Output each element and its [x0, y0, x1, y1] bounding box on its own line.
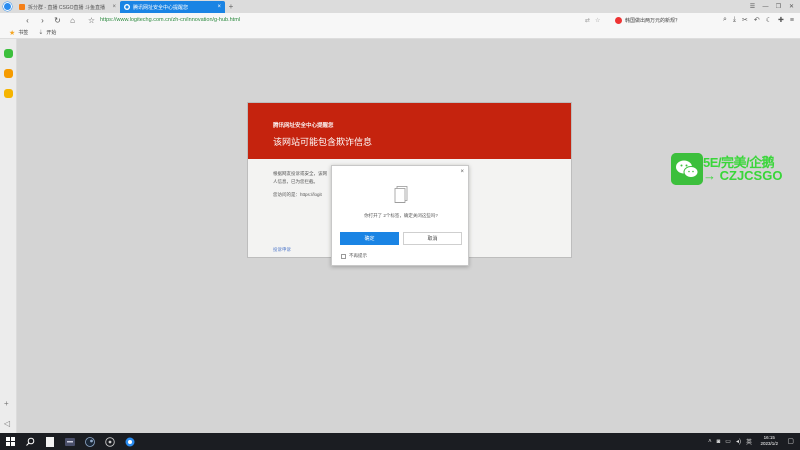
clock-date: 2023/1/2	[760, 441, 778, 446]
dialog-message: 你打开了 2个标签，确定关闭这些吗?	[364, 213, 438, 218]
dont-remind-option[interactable]: 不再提示	[341, 253, 367, 259]
warning-title: 该网站可能包含欺诈信息	[273, 137, 373, 147]
volume-icon[interactable]: ◂)	[736, 438, 741, 445]
dialog-close-icon[interactable]: ×	[460, 169, 464, 175]
tab-close-icon[interactable]: ×	[217, 4, 221, 10]
search-icon[interactable]: ⌕	[723, 16, 727, 24]
close-window-icon[interactable]: ✕	[785, 3, 798, 10]
back-icon[interactable]: ‹	[20, 16, 35, 25]
tab-label: 拆分群 - 直播 CSGO直播 斗鱼直播	[28, 4, 105, 11]
windows-start-icon[interactable]	[0, 433, 20, 450]
stream-watermark: 5E/完美/企鹅 → CZJCSGO	[671, 152, 800, 186]
complaint-link[interactable]: 投诉申诉	[273, 247, 291, 253]
dont-remind-label: 不再提示	[349, 253, 367, 258]
undo-icon[interactable]: ↶	[754, 16, 760, 24]
dont-remind-checkbox[interactable]	[341, 253, 346, 259]
maximize-icon[interactable]: ❐	[772, 3, 785, 10]
wechat-icon	[671, 153, 703, 185]
tab-close-icon[interactable]: ×	[112, 4, 116, 10]
wechat-dock-icon[interactable]	[4, 49, 13, 58]
more-menu-icon[interactable]: ≡	[790, 17, 794, 24]
show-hidden-icons[interactable]: ˄	[708, 439, 712, 445]
favorite-star-icon[interactable]: ☆	[84, 16, 99, 25]
taskbar: ˄ ◙ ▭ ◂) 英 16:15 2023/1/2 ▢	[0, 433, 800, 450]
search-engine-icon	[615, 16, 622, 24]
warning-brand: 腾讯网址安全中心提醒您	[273, 123, 334, 129]
shield-favicon-icon	[124, 4, 130, 10]
taskbar-app-icon[interactable]	[60, 433, 80, 450]
note-dock-icon[interactable]	[4, 89, 13, 98]
system-tray: ˄ ◙ ▭ ◂) 英	[708, 433, 752, 450]
url-text: https://www.logitechg.com.cn/zh-cn/innov…	[100, 17, 241, 23]
url-field[interactable]: https://www.logitechg.com.cn/zh-cn/innov…	[100, 15, 612, 25]
taskbar-browser-icon[interactable]	[120, 433, 140, 450]
taskbar-clock[interactable]: 16:15 2023/1/2	[760, 435, 778, 447]
tab-bar: 拆分群 - 直播 CSGO直播 斗鱼直播 × 腾讯网址安全中心提醒您 × + ☰…	[0, 0, 800, 13]
refresh-icon[interactable]: ↻	[50, 16, 65, 25]
search-widget[interactable]: 韩国做出两万元的新规？	[615, 15, 705, 25]
home-icon[interactable]: ⌂	[65, 16, 80, 25]
minimize-icon[interactable]: —	[759, 4, 772, 10]
star-icon: ★	[9, 29, 16, 37]
scissors-icon[interactable]: ✂	[742, 16, 748, 24]
warning-header: 腾讯网址安全中心提醒您 该网站可能包含欺诈信息	[248, 103, 571, 159]
game-dock-icon[interactable]	[4, 69, 13, 78]
night-mode-icon[interactable]: ☾	[766, 16, 772, 24]
window-controls: ☰ — ❐ ✕	[746, 0, 798, 13]
bookmarks-bar: ★ 书签 ⇣ 开始	[0, 27, 800, 39]
extensions-icon[interactable]: ✚	[778, 16, 784, 24]
url-actions: ⇄ ☆	[585, 15, 600, 25]
taskbar-game-icon[interactable]	[100, 433, 120, 450]
bookmark-label: 开始	[46, 30, 57, 36]
folder-icon: ⇣	[38, 30, 44, 36]
network-icon[interactable]: ▭	[725, 438, 731, 445]
notification-icon[interactable]: ▢	[787, 437, 794, 445]
confirm-button[interactable]: 确定	[340, 232, 399, 245]
close-tabs-dialog: × 你打开了 2个标签，确定关闭这些吗? 确定 取消 不再提示	[331, 165, 469, 266]
new-tab-button[interactable]: +	[225, 2, 237, 11]
bookmark-item[interactable]: ⇣ 开始	[38, 29, 56, 36]
tab-label: 腾讯网址安全中心提醒您	[133, 4, 189, 11]
side-dock: + ◁	[0, 39, 17, 433]
taskbar-search-icon[interactable]	[20, 433, 40, 450]
input-method-icon[interactable]: 英	[746, 437, 752, 446]
tab-douyu[interactable]: 拆分群 - 直播 CSGO直播 斗鱼直播 ×	[15, 1, 120, 13]
document-icon	[394, 186, 408, 203]
tab-security-warning[interactable]: 腾讯网址安全中心提醒您 ×	[120, 1, 225, 13]
translate-icon[interactable]: ⇄	[585, 17, 590, 24]
steam-icon[interactable]	[80, 433, 100, 450]
bookmark-add-icon[interactable]: ☆	[595, 17, 600, 24]
watermark-line: → CZJCSGO	[703, 168, 783, 183]
toolbar-right: ⌕ ⤓ ✂ ↶ ☾ ✚ ≡	[723, 15, 794, 25]
forward-icon[interactable]: ›	[35, 16, 50, 25]
add-dock-icon[interactable]: +	[4, 399, 9, 408]
collapse-dock-icon[interactable]: ◁	[4, 419, 10, 428]
bookmark-label: 书签	[18, 30, 29, 36]
browser-logo-icon[interactable]	[0, 0, 15, 13]
douyu-favicon-icon	[19, 4, 25, 10]
menu-icon[interactable]: ☰	[746, 3, 759, 10]
download-icon[interactable]: ⤓	[733, 16, 736, 24]
cancel-button[interactable]: 取消	[403, 232, 462, 245]
tray-app-icon[interactable]: ◙	[717, 439, 721, 445]
address-bar: ‹ › ↻ ⌂ ☆ https://www.logitechg.com.cn/z…	[0, 13, 800, 27]
search-widget-text: 韩国做出两万元的新规？	[625, 17, 681, 24]
taskbar-file-icon[interactable]	[40, 433, 60, 450]
bookmark-item[interactable]: ★ 书签	[9, 29, 28, 37]
